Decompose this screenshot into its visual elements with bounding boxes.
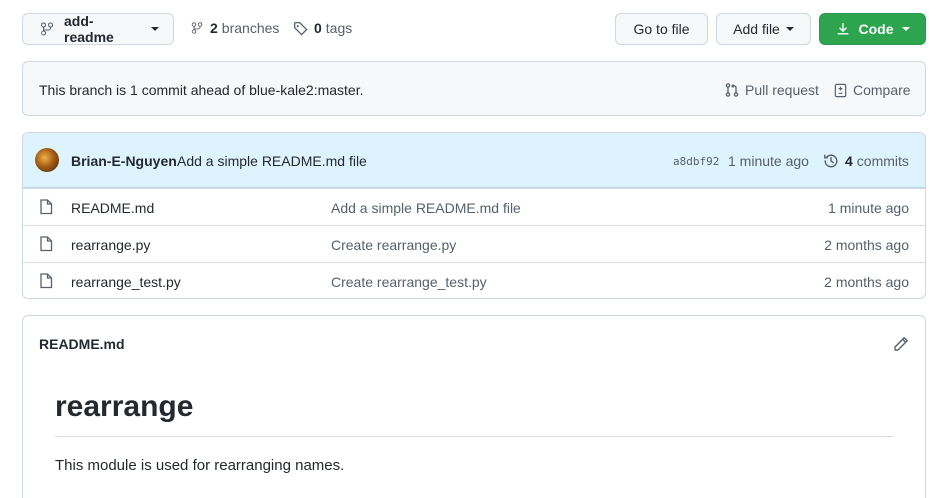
branch-status-text: This branch is 1 commit ahead of blue-ka… — [39, 82, 364, 98]
git-branch-icon — [41, 22, 53, 36]
compare-diff-icon — [834, 83, 847, 97]
file-name[interactable]: rearrange.py — [71, 237, 150, 253]
code-button[interactable]: Code — [819, 13, 926, 45]
file-icon — [40, 236, 53, 252]
file-commit-message[interactable]: Create rearrange_test.py — [331, 274, 487, 290]
readme-header[interactable]: README.md — [39, 336, 125, 352]
file-age: 2 months ago — [824, 237, 909, 253]
pull-request-label: Pull request — [745, 82, 819, 98]
file-name[interactable]: rearrange_test.py — [71, 274, 181, 290]
chevron-down-icon — [151, 27, 159, 31]
compare-link[interactable]: Compare — [833, 82, 911, 98]
add-file-button[interactable]: Add file — [716, 13, 811, 45]
commit-sha[interactable]: a8dbf92 — [673, 155, 719, 168]
avatar[interactable] — [35, 148, 59, 172]
latest-commit-bar: Brian-E-Nguyen Add a simple README.md fi… — [23, 133, 925, 188]
tags-label: tags — [325, 20, 353, 36]
compare-label: Compare — [853, 82, 911, 98]
file-list: Brian-E-Nguyen Add a simple README.md fi… — [22, 132, 926, 299]
commit-message[interactable]: Add a simple README.md file — [177, 153, 367, 169]
divider — [55, 436, 893, 437]
file-icon — [40, 199, 53, 215]
file-commit-message[interactable]: Create rearrange.py — [331, 237, 456, 253]
file-row: rearrange_test.py Create rearrange_test.… — [23, 262, 925, 298]
tag-icon — [293, 21, 308, 36]
commits-link[interactable]: 4 commits — [823, 153, 909, 169]
branch-name: add-readme — [64, 13, 114, 45]
chevron-down-icon — [901, 27, 910, 31]
file-age: 2 months ago — [824, 274, 909, 290]
file-row: README.md Add a simple README.md file 1 … — [23, 188, 925, 225]
readme-panel: README.md rearrange This module is used … — [22, 315, 926, 498]
file-commit-message[interactable]: Add a simple README.md file — [331, 200, 521, 216]
code-label: Code — [858, 21, 894, 37]
pull-request-link[interactable]: Pull request — [724, 82, 819, 98]
git-branch-icon — [191, 22, 203, 34]
commit-time: 1 minute ago — [728, 153, 809, 169]
history-icon — [824, 154, 838, 168]
tags-count: 0 — [314, 20, 322, 36]
branch-select-button[interactable]: add-readme — [22, 13, 174, 45]
readme-title: rearrange — [55, 390, 194, 423]
file-row: rearrange.py Create rearrange.py 2 month… — [23, 225, 925, 262]
pull-request-icon — [725, 83, 739, 97]
branches-count: 2 — [210, 20, 218, 36]
commits-count: 4 — [845, 153, 853, 169]
readme-body: This module is used for rearranging name… — [55, 457, 345, 474]
chevron-down-icon — [785, 27, 794, 31]
go-to-file-button[interactable]: Go to file — [615, 13, 708, 45]
tags-link[interactable]: 0 tags — [293, 20, 352, 36]
commits-label: commits — [856, 153, 909, 169]
pencil-edit-icon[interactable] — [893, 336, 909, 352]
branches-label: branches — [221, 20, 280, 36]
commit-author[interactable]: Brian-E-Nguyen — [71, 153, 177, 169]
add-file-label: Add file — [733, 21, 780, 37]
file-icon — [40, 273, 53, 289]
file-age: 1 minute ago — [828, 200, 909, 216]
file-name[interactable]: README.md — [71, 200, 154, 216]
download-icon — [836, 23, 849, 35]
branch-status-banner: This branch is 1 commit ahead of blue-ka… — [22, 61, 926, 116]
go-to-file-label: Go to file — [633, 21, 690, 37]
branches-link[interactable]: 2 branches — [190, 20, 279, 36]
